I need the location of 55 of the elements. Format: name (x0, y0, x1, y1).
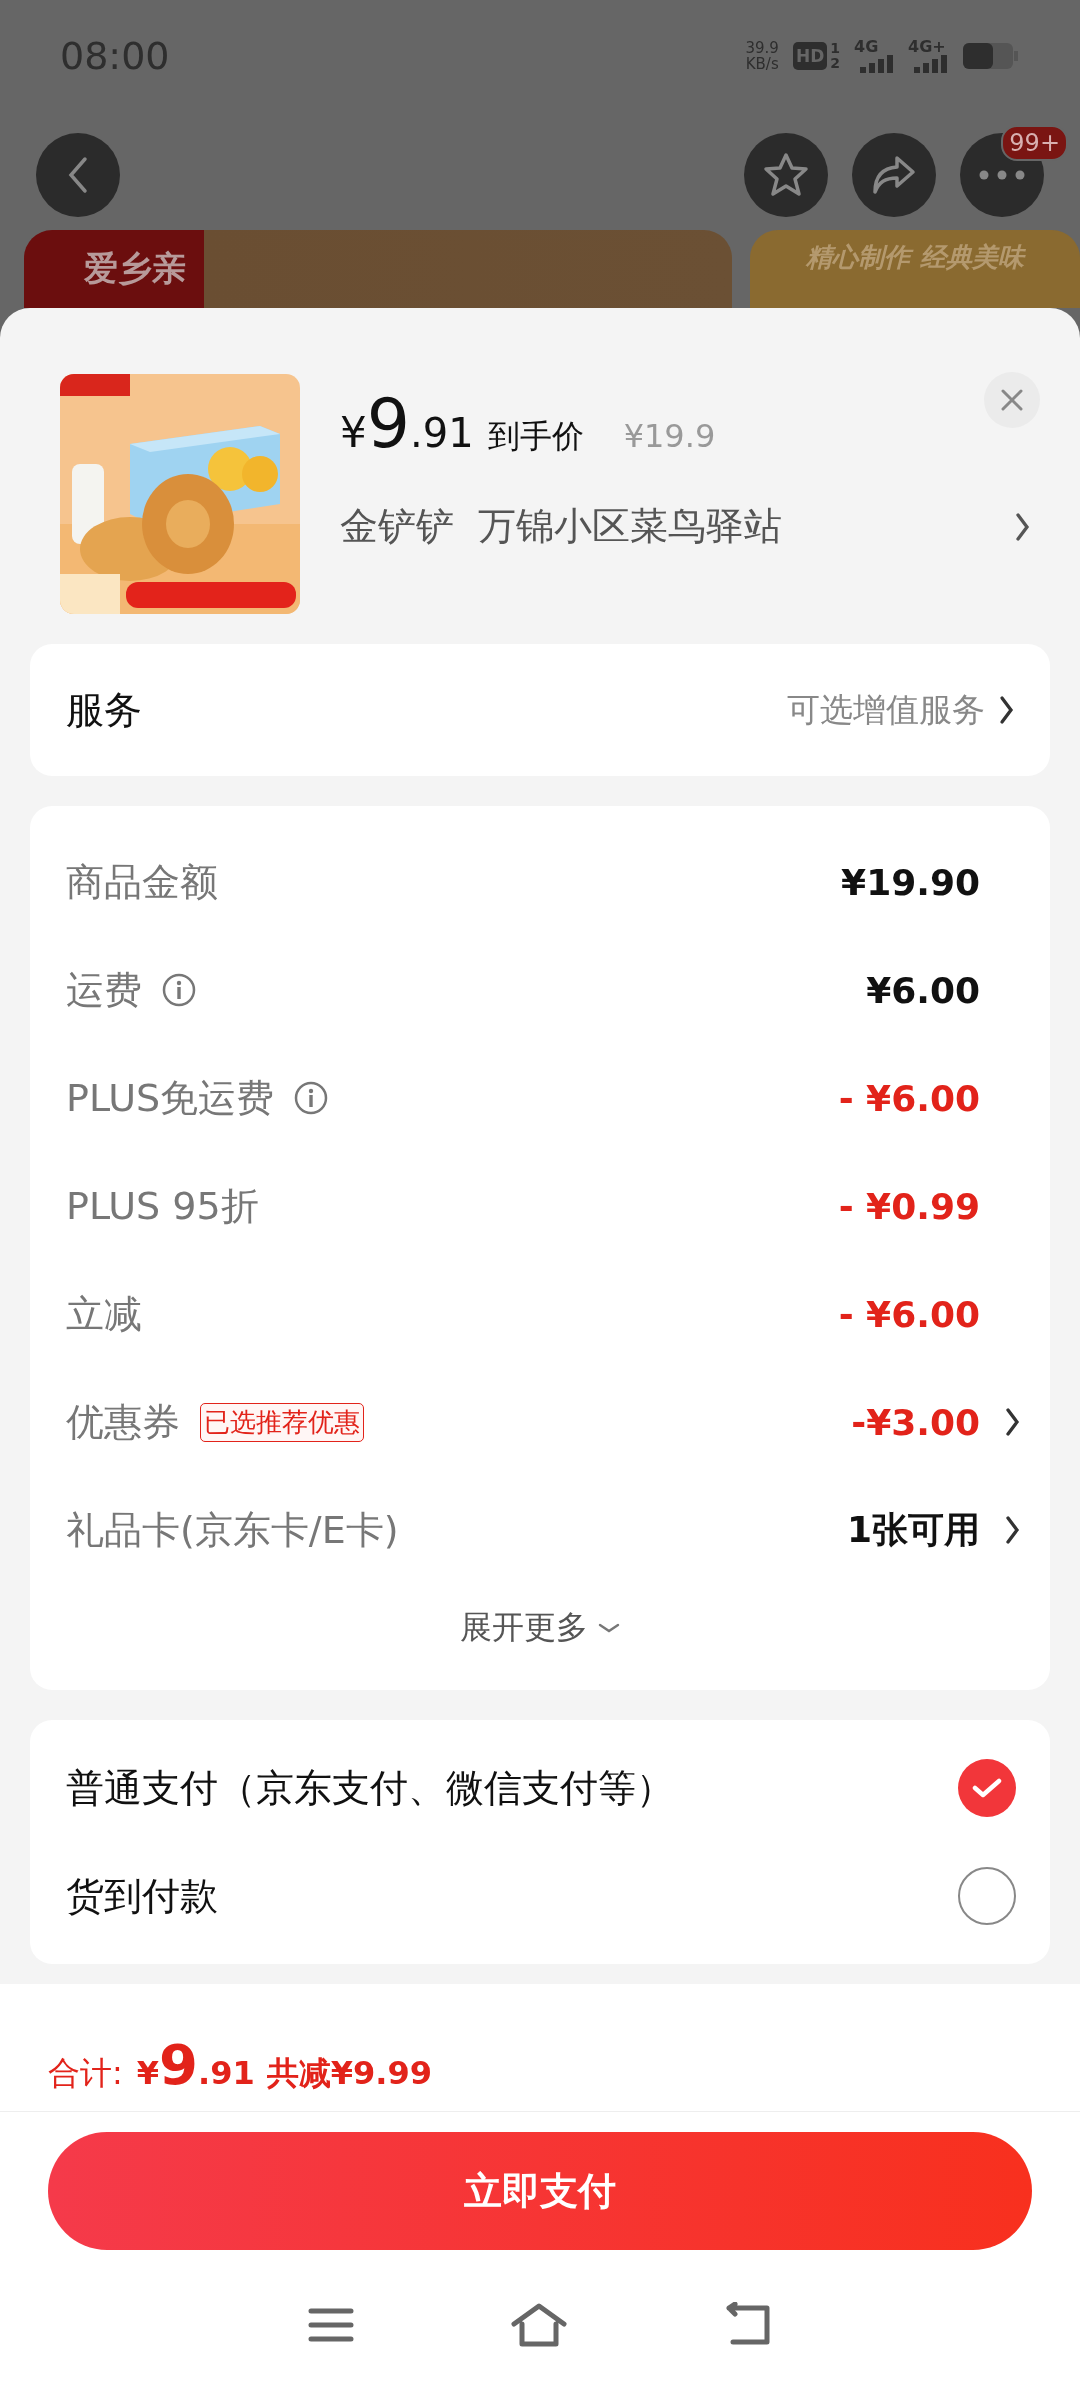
cost-label: 立减 (66, 1290, 142, 1338)
sim-label: 1 (830, 41, 840, 56)
check-icon (972, 1777, 1002, 1799)
service-label: 服务 (66, 686, 142, 734)
receiver-name: 金铲铲 (340, 503, 454, 550)
home-icon (510, 2302, 568, 2348)
cost-value[interactable]: -¥3.00 (851, 1401, 980, 1443)
chevron-down-icon (598, 1622, 620, 1634)
radio-button[interactable] (958, 1759, 1016, 1817)
close-icon (1000, 388, 1024, 412)
service-value[interactable]: 可选增值服务 (787, 687, 985, 733)
cost-label: 商品金额 (66, 858, 218, 906)
cost-label: PLUS免运费 (66, 1074, 275, 1122)
payment-option-label[interactable]: 普通支付（京东支付、微信支付等） (66, 1762, 674, 1814)
coupon-tag: 已选推荐优惠 (200, 1402, 364, 1442)
price-currency: ¥ (340, 408, 367, 457)
total-decimal: .91 (198, 2054, 255, 2092)
cost-value[interactable]: 1张可用 (846, 1505, 980, 1555)
total-saving: 共减¥9.99 (266, 2053, 432, 2094)
info-icon[interactable] (162, 973, 196, 1007)
chevron-right-icon (999, 695, 1014, 725)
more-icon (977, 170, 1027, 180)
cost-value: ¥6.00 (866, 969, 980, 1011)
cost-value: - ¥6.00 (838, 1077, 980, 1119)
payment-option-label[interactable]: 货到付款 (66, 1870, 218, 1922)
network-speed: 39.9 KB/s (745, 40, 779, 72)
total-integer: 9 (159, 2032, 198, 2097)
total-label: 合计: (48, 2053, 123, 2094)
original-price: ¥19.9 (623, 417, 716, 455)
pay-now-button[interactable]: 立即支付 (48, 2132, 1032, 2250)
status-time: 08:00 (60, 34, 170, 78)
price-decimal: .91 (410, 410, 474, 456)
info-icon[interactable] (294, 1081, 329, 1115)
cost-label: 礼品卡(京东卡/E卡) (66, 1506, 399, 1554)
chevron-right-icon (1015, 511, 1030, 542)
cost-label: 运费 (66, 966, 142, 1014)
expand-more-button[interactable]: 展开更多 (460, 1606, 620, 1650)
notification-badge: 99+ (1001, 125, 1068, 161)
banner-slogan: 精心制作 经典美味 (806, 241, 1024, 274)
brand-name: 爱乡亲 (84, 247, 186, 290)
delivery-address[interactable]: 万锦小区菜鸟驿站 (478, 501, 991, 552)
hd-badge: HD (792, 42, 828, 70)
price-label: 到手价 (487, 416, 584, 457)
cost-value: - ¥0.99 (838, 1185, 980, 1227)
cost-label: 优惠券 (66, 1398, 180, 1446)
total-currency: ¥ (136, 2054, 160, 2092)
network-type: 4G+ (908, 39, 946, 55)
sim-label: 2 (830, 56, 840, 71)
cost-value: - ¥6.00 (838, 1293, 980, 1335)
radio-button[interactable] (958, 1867, 1016, 1925)
price-integer: 9 (366, 384, 410, 463)
battery-icon (962, 42, 1018, 70)
cost-label: PLUS 95折 (66, 1182, 259, 1230)
cost-value: ¥19.90 (841, 861, 980, 903)
network-type: 4G (854, 39, 879, 55)
